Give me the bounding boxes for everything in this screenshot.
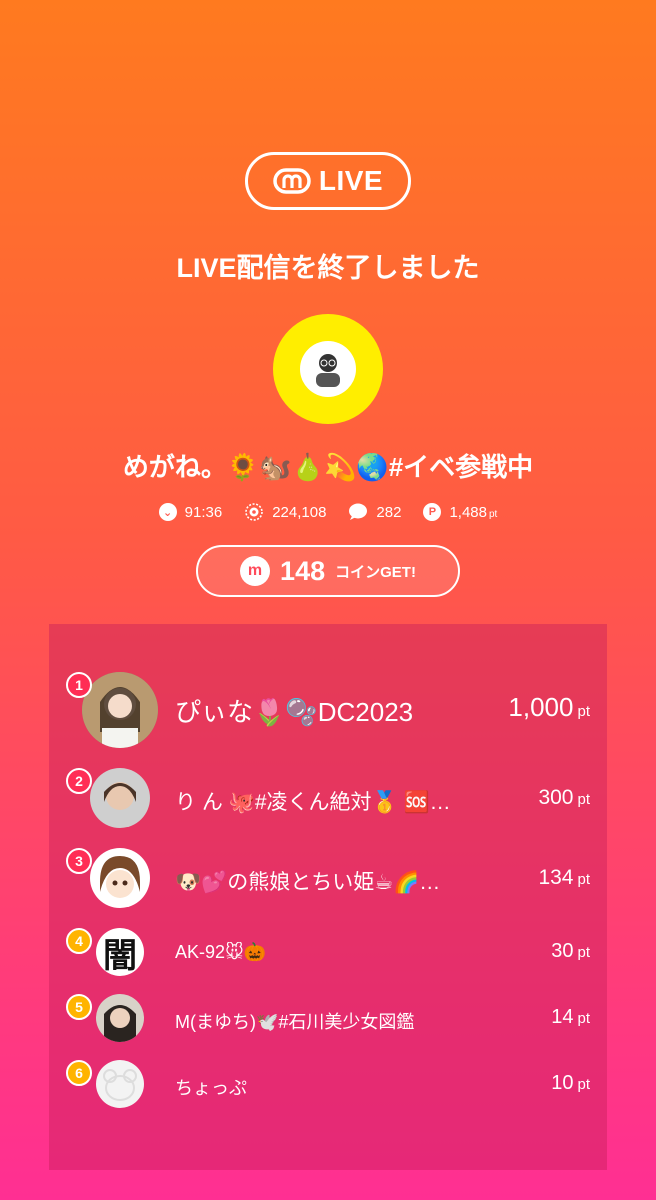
score-value: 10 <box>551 1072 574 1094</box>
points-unit: pt <box>489 508 498 520</box>
score-unit: pt <box>577 871 590 888</box>
score-value: 14 <box>551 1006 574 1028</box>
host-photo <box>300 341 356 397</box>
user-score: 134 pt <box>538 866 590 890</box>
eye-icon <box>245 503 263 521</box>
duration-value: 91:36 <box>184 503 223 521</box>
rank-badge: 3 <box>66 848 92 874</box>
user-avatar <box>82 672 158 748</box>
stats-bar: ⌄ 91:36 224,108 282 P 1,488 pt <box>0 503 656 521</box>
user-avatar <box>90 848 150 908</box>
user-score: 30 pt <box>551 940 590 963</box>
user-score: 1,000 pt <box>508 692 590 723</box>
rank-badge: 6 <box>66 1060 92 1086</box>
score-value: 1,000 <box>508 692 574 722</box>
user-score: 14 pt <box>551 1006 590 1029</box>
user-score: 300 pt <box>538 786 590 810</box>
user-name: ぴぃな🌷🫧DC2023 <box>175 697 414 727</box>
mixchannel-live-logo: LIVE <box>245 152 411 210</box>
user-avatar <box>96 1060 144 1108</box>
logo-text: LIVE <box>318 165 384 196</box>
score-value: 300 <box>538 786 574 809</box>
user-avatar <box>96 994 144 1042</box>
user-name: ちょっぷ <box>175 1078 247 1098</box>
ranking-row-6[interactable]: 6 ちょっぷ 10 pt <box>49 1058 607 1114</box>
duration-stat: ⌄ 91:36 <box>158 503 223 521</box>
point-icon: P <box>423 503 442 521</box>
coin-get-badge: m 148 コインGET! <box>196 545 460 597</box>
coin-label: コインGET! <box>335 563 416 581</box>
gift-ranking-list: 1 ぴぃな🌷🫧DC2023 1,000 pt 2 り ん 🐙#凌くん絶対🥇 🆘… … <box>49 624 607 1170</box>
points-value: 1,488 <box>449 503 487 521</box>
host-name: めがね。🌻🐿️🍐💫🌏#イベ参戦中 <box>122 452 534 482</box>
score-unit: pt <box>577 944 590 961</box>
score-unit: pt <box>577 1076 590 1093</box>
avatar-kanji: 闇 <box>103 935 137 976</box>
score-value: 30 <box>551 940 574 962</box>
rank-badge: 5 <box>66 994 92 1020</box>
chevron-down-icon: ⌄ <box>158 503 177 521</box>
viewers-value: 224,108 <box>272 503 327 521</box>
ranking-row-4[interactable]: 4 闇 AK-92🐭🎃 30 pt <box>49 926 607 982</box>
user-avatar <box>90 768 150 828</box>
user-name: 🐶💕の熊娘とちい姫☕🌈… <box>175 871 441 894</box>
comment-icon <box>349 503 368 520</box>
user-score: 10 pt <box>551 1072 590 1095</box>
m-logo-icon <box>273 168 311 194</box>
user-name: AK-92🐭🎃 <box>175 942 267 962</box>
ranking-row-1[interactable]: 1 ぴぃな🌷🫧DC2023 1,000 pt <box>49 670 607 750</box>
comments-stat: 282 <box>348 503 401 521</box>
comments-value: 282 <box>376 503 402 521</box>
score-unit: pt <box>577 1010 590 1027</box>
page-title: LIVE配信を終了しました <box>176 253 480 283</box>
ranking-row-3[interactable]: 3 🐶💕の熊娘とちい姫☕🌈… 134 pt <box>49 846 607 910</box>
user-name: M(まゆち)🕊️#石川美少女図鑑 <box>175 1012 415 1032</box>
user-name: り ん 🐙#凌くん絶対🥇 🆘… <box>175 791 451 814</box>
score-unit: pt <box>577 703 590 720</box>
rank-badge: 4 <box>66 928 92 954</box>
host-avatar[interactable] <box>273 314 383 424</box>
ranking-row-5[interactable]: 5 M(まゆち)🕊️#石川美少女図鑑 14 pt <box>49 992 607 1048</box>
score-value: 134 <box>538 866 574 889</box>
points-stat: P 1,488 pt <box>423 503 497 521</box>
viewers-stat: 224,108 <box>244 503 326 521</box>
score-unit: pt <box>577 791 590 808</box>
rank-badge: 2 <box>66 768 92 794</box>
coin-icon: m <box>240 556 271 586</box>
ranking-row-2[interactable]: 2 り ん 🐙#凌くん絶対🥇 🆘… 300 pt <box>49 766 607 830</box>
rank-badge: 1 <box>66 672 92 698</box>
coin-amount: 148 <box>280 555 326 586</box>
user-avatar: 闇 <box>96 928 144 976</box>
